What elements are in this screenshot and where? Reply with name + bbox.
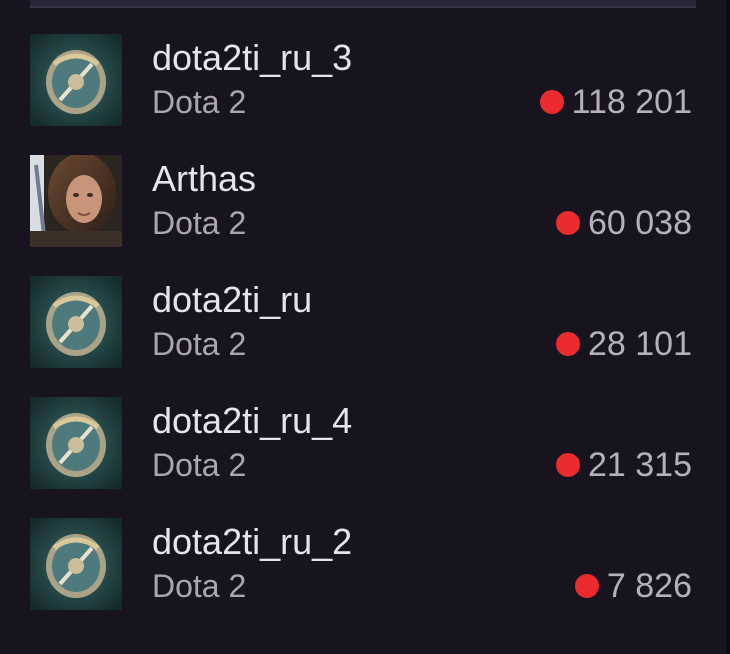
channel-name[interactable]: dota2ti_ru_4 <box>152 401 352 441</box>
viewer-count: 28 101 <box>588 325 692 363</box>
live-dot-icon <box>556 453 580 477</box>
dota2-aegis-icon <box>30 276 122 368</box>
channel-row[interactable]: Arthas Dota 2 60 038 <box>0 151 726 272</box>
channel-avatar[interactable] <box>30 155 122 247</box>
live-dot-icon <box>539 90 564 114</box>
live-dot-icon <box>556 211 580 235</box>
streamer-photo-icon <box>30 155 122 247</box>
channel-row[interactable]: dota2ti_ru_2 Dota 2 7 826 <box>0 514 726 635</box>
channel-avatar[interactable] <box>30 518 122 610</box>
viewer-count-group: 60 038 <box>556 204 692 242</box>
channel-row[interactable]: dota2ti_ru Dota 2 28 101 <box>0 272 726 393</box>
channel-name[interactable]: dota2ti_ru_3 <box>152 38 352 78</box>
game-name[interactable]: Dota 2 <box>152 83 246 121</box>
game-name[interactable]: Dota 2 <box>152 325 246 363</box>
channel-name[interactable]: Arthas <box>152 159 256 199</box>
viewer-count: 60 038 <box>588 204 692 242</box>
dota2-aegis-icon <box>30 397 122 489</box>
game-name[interactable]: Dota 2 <box>152 567 246 605</box>
search-bar-edge[interactable] <box>30 0 696 8</box>
viewer-count-group: 7 826 <box>574 567 692 605</box>
channel-name[interactable]: dota2ti_ru_2 <box>152 522 352 562</box>
viewer-count: 7 826 <box>606 567 692 605</box>
viewer-count-group: 21 315 <box>556 446 692 484</box>
channel-avatar[interactable] <box>30 397 122 489</box>
panel-edge <box>726 0 730 654</box>
live-dot-icon <box>556 332 580 356</box>
dota2-aegis-icon <box>30 34 122 126</box>
viewer-count: 21 315 <box>588 446 692 484</box>
channel-avatar[interactable] <box>30 276 122 368</box>
live-dot-icon <box>574 574 599 598</box>
channel-avatar[interactable] <box>30 34 122 126</box>
channel-list: dota2ti_ru_3 Dota 2 118 201 Arthas Dota … <box>0 30 726 635</box>
live-channels-panel: dota2ti_ru_3 Dota 2 118 201 Arthas Dota … <box>0 0 730 654</box>
game-name[interactable]: Dota 2 <box>152 204 246 242</box>
dota2-aegis-icon <box>30 518 122 610</box>
viewer-count: 118 201 <box>571 83 692 121</box>
viewer-count-group: 118 201 <box>539 83 692 121</box>
channel-name[interactable]: dota2ti_ru <box>152 280 312 320</box>
game-name[interactable]: Dota 2 <box>152 446 246 484</box>
channel-row[interactable]: dota2ti_ru_4 Dota 2 21 315 <box>0 393 726 514</box>
channel-row[interactable]: dota2ti_ru_3 Dota 2 118 201 <box>0 30 726 151</box>
viewer-count-group: 28 101 <box>556 325 692 363</box>
